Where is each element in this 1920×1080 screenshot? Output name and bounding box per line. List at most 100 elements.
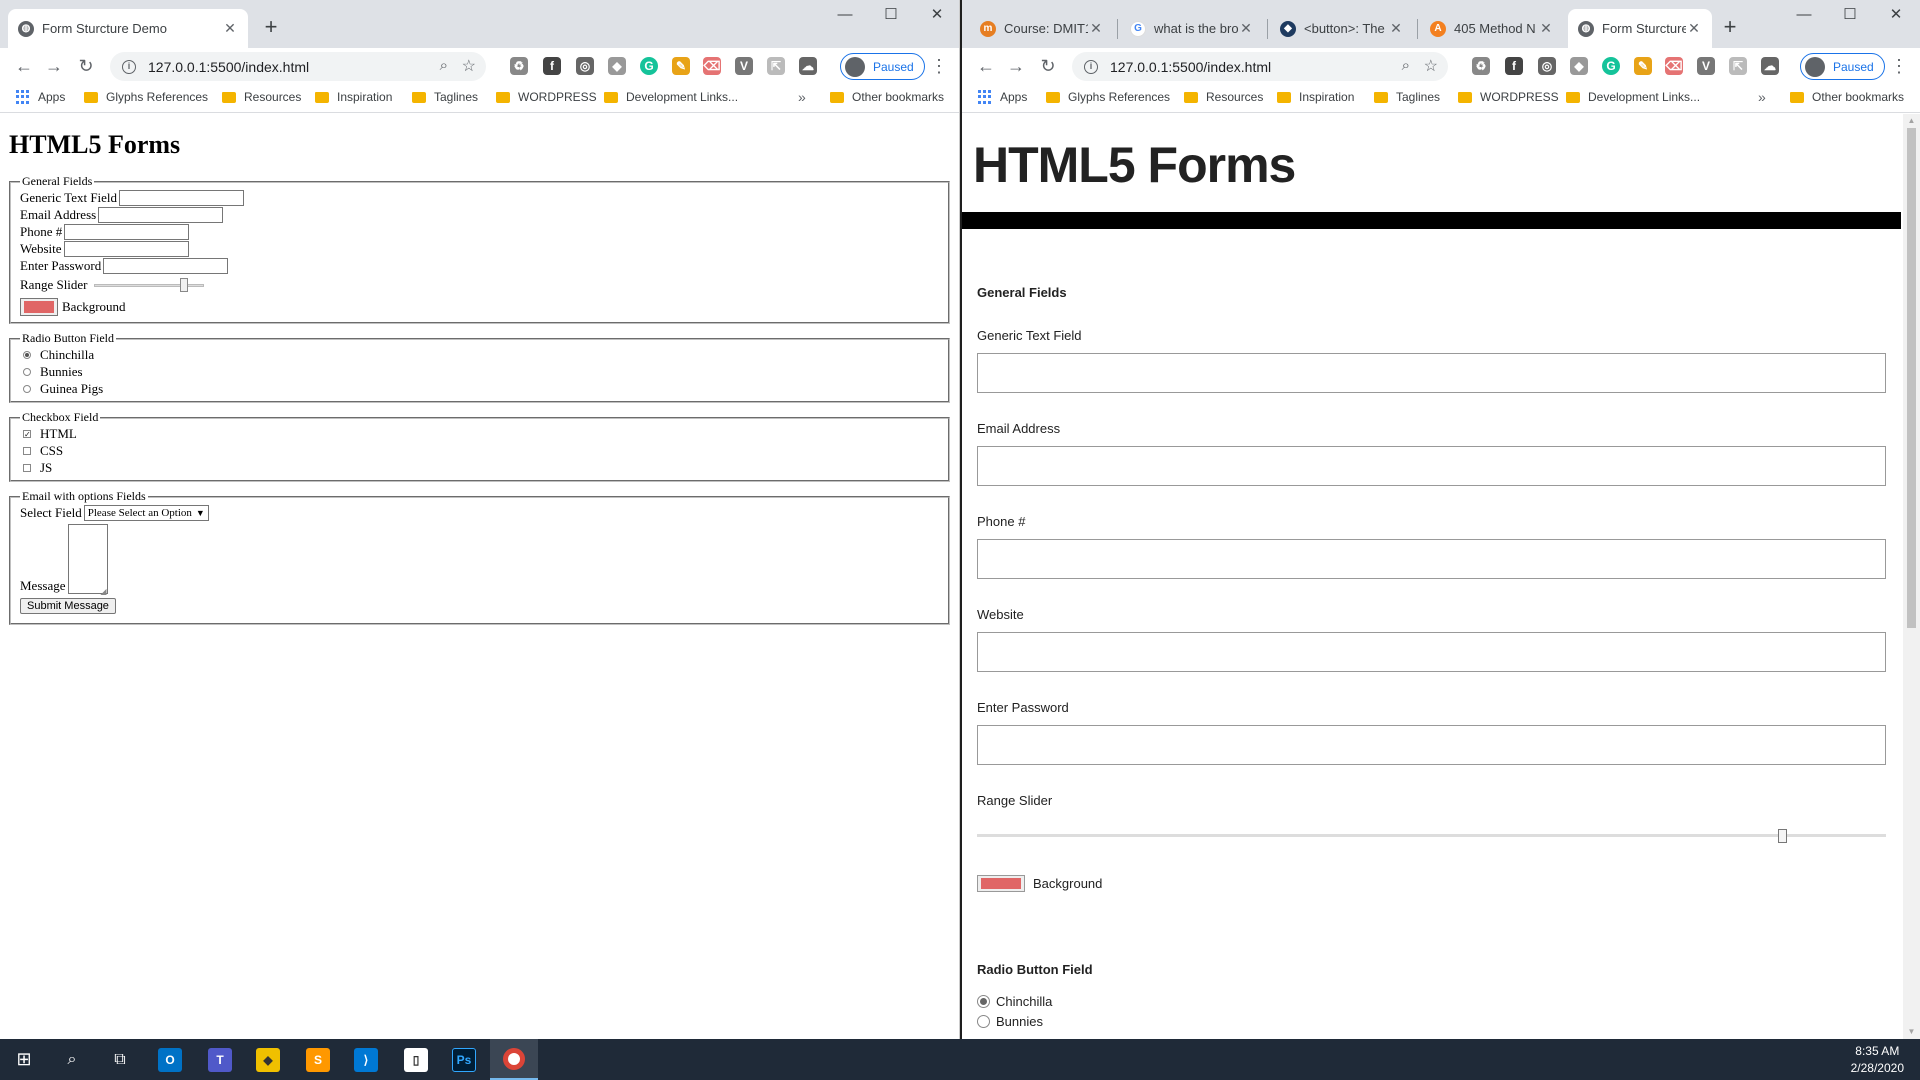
extension-open-icon[interactable]: ⇱: [1729, 57, 1747, 75]
phone-field[interactable]: [977, 539, 1886, 579]
checkbox[interactable]: [23, 463, 31, 472]
scrollbar-thumb[interactable]: [1907, 128, 1916, 628]
minimize-button[interactable]: —: [822, 0, 868, 30]
slider-thumb[interactable]: [1778, 829, 1787, 843]
close-icon[interactable]: ✕: [1686, 20, 1702, 37]
bookmark-development[interactable]: Development Links...: [1566, 90, 1700, 104]
extension-grammarly-icon[interactable]: G: [1602, 57, 1620, 75]
bookmark-taglines[interactable]: Taglines: [412, 90, 478, 104]
git-button[interactable]: ◆: [244, 1039, 292, 1080]
teams-button[interactable]: T: [196, 1039, 244, 1080]
radio-button[interactable]: [23, 350, 31, 359]
select-dropdown[interactable]: Please Select an Option ▼: [83, 505, 209, 521]
forward-icon[interactable]: →: [42, 54, 66, 78]
close-icon[interactable]: ✕: [1088, 20, 1104, 37]
bookmark-inspiration[interactable]: Inspiration: [1277, 90, 1354, 104]
extension-globe-icon[interactable]: ◎: [1538, 57, 1556, 75]
bookmark-apps[interactable]: Apps: [978, 90, 1027, 104]
scrollbar[interactable]: ▲ ▼: [1903, 114, 1920, 1039]
bookmark-apps[interactable]: Apps: [16, 90, 65, 104]
slider-thumb[interactable]: [180, 278, 189, 292]
back-icon[interactable]: ←: [12, 54, 36, 78]
password-field[interactable]: [103, 257, 229, 274]
address-bar[interactable]: i 127.0.0.1:5500/index.html ⌕ ☆: [1072, 52, 1448, 81]
search-button[interactable]: ⌕: [48, 1039, 96, 1080]
generic-text-input[interactable]: [977, 353, 1886, 393]
tab-search[interactable]: G what is the bro ✕: [1120, 9, 1264, 48]
tab-form-structure[interactable]: ◍ Form Sturcture Demo ✕: [8, 9, 248, 48]
extension-eraser-icon[interactable]: ⌫: [1665, 57, 1683, 75]
start-button[interactable]: ⊞: [0, 1039, 48, 1080]
zoom-icon[interactable]: ⌕: [1402, 57, 1410, 74]
bookmark-glyphs[interactable]: Glyphs References: [1046, 90, 1170, 104]
new-tab-button[interactable]: +: [1716, 14, 1744, 42]
forward-icon[interactable]: →: [1004, 54, 1028, 78]
radio-button[interactable]: [23, 367, 31, 376]
zoom-icon[interactable]: ⌕: [440, 57, 448, 74]
bookmark-resources[interactable]: Resources: [1184, 90, 1263, 104]
extension-grammarly-icon[interactable]: G: [640, 57, 658, 75]
extension-pencil-icon[interactable]: ✎: [672, 57, 690, 75]
bookmark-resources[interactable]: Resources: [222, 90, 301, 104]
close-icon[interactable]: ✕: [222, 20, 238, 37]
bookmark-wordpress[interactable]: WORDPRESS: [1458, 90, 1559, 104]
tab-mdn[interactable]: ◆ <button>: The ✕: [1270, 9, 1414, 48]
back-icon[interactable]: ←: [974, 54, 998, 78]
chevron-more-icon[interactable]: »: [1758, 89, 1766, 105]
radio-button[interactable]: [23, 384, 31, 393]
task-view-button[interactable]: ⧉: [96, 1039, 144, 1080]
bookmark-other[interactable]: Other bookmarks: [830, 90, 944, 104]
chevron-more-icon[interactable]: »: [798, 89, 806, 105]
info-icon[interactable]: i: [122, 59, 136, 74]
maximize-button[interactable]: ☐: [868, 0, 914, 30]
menu-icon[interactable]: ⋮: [1890, 54, 1908, 78]
reload-icon[interactable]: ↻: [74, 54, 98, 78]
extension-recycle-icon[interactable]: ♻: [510, 57, 528, 75]
close-icon[interactable]: ✕: [1388, 20, 1404, 37]
generic-text-input[interactable]: [119, 189, 245, 206]
extension-open-icon[interactable]: ⇱: [767, 57, 785, 75]
address-bar[interactable]: i 127.0.0.1:5500/index.html ⌕ ☆: [110, 52, 486, 81]
color-picker[interactable]: [977, 875, 1025, 892]
menu-icon[interactable]: ⋮: [930, 54, 948, 78]
submit-button[interactable]: Submit Message: [20, 598, 116, 614]
website-field[interactable]: [63, 240, 189, 257]
checkbox[interactable]: [23, 446, 31, 455]
info-icon[interactable]: i: [1084, 59, 1098, 74]
reload-icon[interactable]: ↻: [1036, 54, 1060, 78]
close-icon[interactable]: ✕: [1538, 20, 1554, 37]
extension-cloud-icon[interactable]: ☁: [799, 57, 817, 75]
extension-font-icon[interactable]: f: [1505, 57, 1523, 75]
star-icon[interactable]: ☆: [1424, 56, 1438, 76]
extension-globe-icon[interactable]: ◎: [576, 57, 594, 75]
email-field[interactable]: [98, 206, 224, 223]
tab-405[interactable]: A 405 Method N ✕: [1420, 9, 1564, 48]
outlook-button[interactable]: O: [146, 1039, 194, 1080]
password-field[interactable]: [977, 725, 1886, 765]
extension-pencil-icon[interactable]: ✎: [1634, 57, 1652, 75]
profile-button[interactable]: Paused: [840, 53, 925, 80]
message-textarea[interactable]: [67, 524, 108, 596]
photoshop-button[interactable]: Ps: [440, 1039, 488, 1080]
extension-dropbox-icon[interactable]: ◆: [608, 57, 626, 75]
chrome-button[interactable]: [490, 1039, 538, 1080]
range-slider[interactable]: [977, 829, 1886, 843]
radio-button[interactable]: [977, 1014, 990, 1028]
bookmark-wordpress[interactable]: WORDPRESS: [496, 90, 597, 104]
extension-cloud-icon[interactable]: ☁: [1761, 57, 1779, 75]
phone-field[interactable]: [64, 223, 190, 240]
profile-button[interactable]: Paused: [1800, 53, 1885, 80]
notepad-button[interactable]: ▯: [392, 1039, 440, 1080]
extension-vue-icon[interactable]: V: [735, 57, 753, 75]
close-window-button[interactable]: ✕: [914, 0, 959, 30]
close-icon[interactable]: ✕: [1238, 20, 1254, 37]
close-window-button[interactable]: ✕: [1873, 0, 1919, 30]
bookmark-inspiration[interactable]: Inspiration: [315, 90, 392, 104]
tab-course[interactable]: m Course: DMIT1 ✕: [970, 9, 1114, 48]
extension-eraser-icon[interactable]: ⌫: [703, 57, 721, 75]
range-slider[interactable]: [93, 278, 204, 292]
extension-dropbox-icon[interactable]: ◆: [1570, 57, 1588, 75]
email-field[interactable]: [977, 446, 1886, 486]
scroll-down-icon[interactable]: ▼: [1903, 1025, 1920, 1039]
radio-button[interactable]: [977, 994, 990, 1008]
